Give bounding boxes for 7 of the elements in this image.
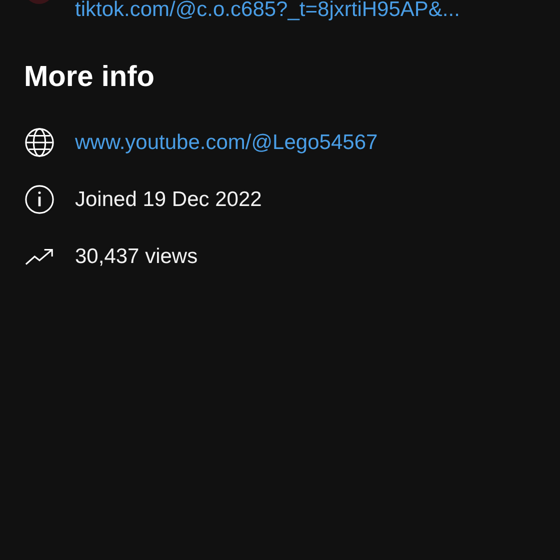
info-icon [24, 184, 55, 215]
website-link[interactable]: www.youtube.com/@Lego54567 [75, 132, 378, 154]
profile-link[interactable]: tiktok.com/@c.o.c685?_t=8jxrtiH95AP&... [75, 0, 460, 20]
info-text: 30,437 views [75, 244, 198, 268]
section-title: More info [24, 61, 156, 94]
globe-icon [24, 127, 55, 158]
info-text: Joined 19 Dec 2022 [75, 188, 262, 212]
